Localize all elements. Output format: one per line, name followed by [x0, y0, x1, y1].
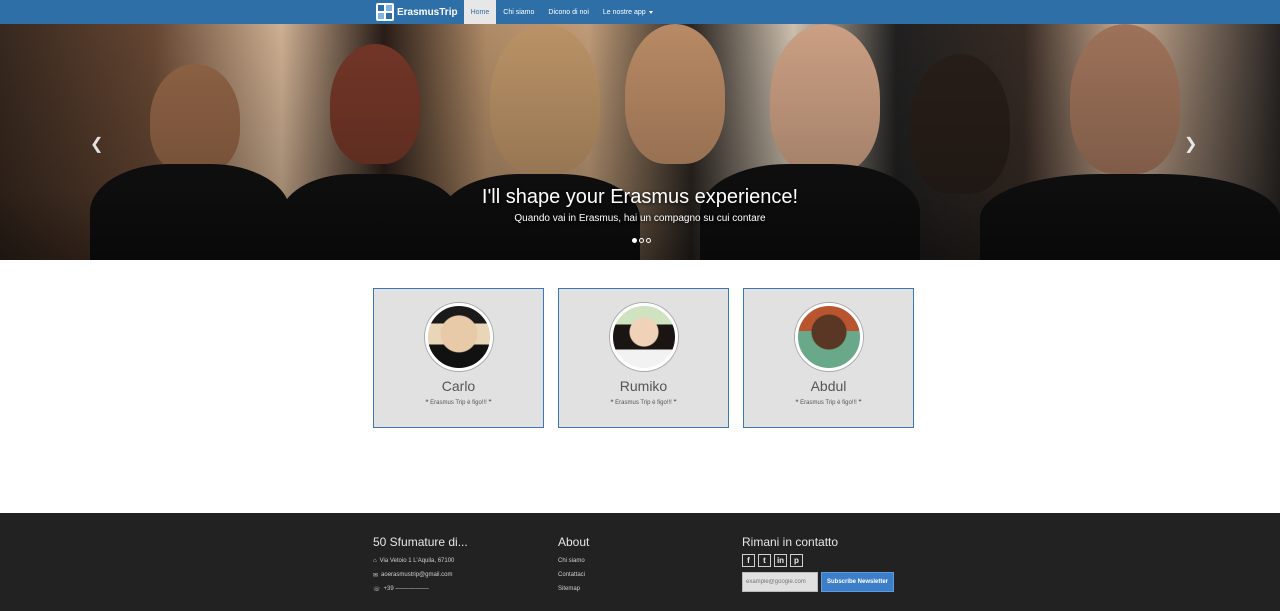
- testimonial-card: Carlo ❝ Erasmus Trip è figo!!! ❞: [373, 288, 544, 428]
- quote-left-icon: ❝: [610, 400, 614, 406]
- footer-social-title: Rimani in contatto: [742, 535, 839, 549]
- footer-link-sitemap[interactable]: Sitemap: [558, 582, 589, 596]
- carousel-prev-button[interactable]: ❮: [90, 134, 103, 154]
- carousel-dot-2[interactable]: [639, 238, 644, 243]
- social-links: f t in p: [742, 554, 894, 567]
- brand-name: ErasmusTrip: [397, 6, 458, 18]
- footer-about-title: About: [558, 535, 590, 549]
- phone-icon: ☏: [373, 586, 381, 593]
- newsletter-form: Subscribe Newsletter: [742, 572, 894, 592]
- footer-contacts-title: 50 Sfumature di...: [373, 535, 468, 549]
- home-icon: ⌂: [373, 558, 377, 564]
- footer: 50 Sfumature di... ⌂ Via Vetoio 1 L'Aqui…: [0, 513, 1280, 611]
- nav-chi-siamo[interactable]: Chi siamo: [496, 0, 541, 24]
- avatar: [424, 303, 493, 371]
- testimonial-quote: ❝ Erasmus Trip è figo!!! ❞: [425, 400, 492, 406]
- carousel-indicators: [632, 238, 651, 243]
- newsletter-email-input[interactable]: [742, 572, 818, 592]
- footer-email[interactable]: ✉ aoerasmustrip@gmail.com: [373, 568, 468, 582]
- chevron-right-icon: ❯: [1184, 136, 1198, 153]
- nav-inner: ErasmusTrip Home Chi siamo Dicono di noi…: [376, 0, 660, 24]
- hero-overlay: [0, 24, 1280, 260]
- testimonials: Carlo ❝ Erasmus Trip è figo!!! ❞ Rumiko …: [373, 288, 914, 428]
- linkedin-icon[interactable]: in: [774, 554, 787, 567]
- top-navbar: ErasmusTrip Home Chi siamo Dicono di noi…: [0, 0, 1280, 24]
- hero-title: I'll shape your Erasmus experience!: [481, 186, 799, 208]
- pinterest-icon[interactable]: p: [790, 554, 803, 567]
- nav-home[interactable]: Home: [463, 0, 497, 24]
- testimonial-name: Abdul: [810, 378, 847, 394]
- carousel-dot-1[interactable]: [632, 238, 637, 243]
- quote-left-icon: ❝: [795, 400, 799, 406]
- nav-le-nostre-app-label: Le nostre app: [602, 8, 646, 16]
- nav-dicono-di-noi[interactable]: Dicono di noi: [541, 0, 595, 24]
- quote-left-icon: ❝: [425, 400, 429, 406]
- envelope-icon: ✉: [373, 572, 379, 579]
- carousel-dot-3[interactable]: [646, 238, 651, 243]
- testimonial-quote: ❝ Erasmus Trip è figo!!! ❞: [610, 400, 677, 406]
- footer-link-contattaci[interactable]: Contattaci: [558, 568, 589, 582]
- facebook-icon[interactable]: f: [742, 554, 755, 567]
- footer-contacts: 50 Sfumature di... ⌂ Via Vetoio 1 L'Aqui…: [373, 535, 468, 596]
- nav-le-nostre-app[interactable]: Le nostre app: [596, 0, 660, 24]
- quote-right-icon: ❞: [858, 400, 862, 406]
- chevron-left-icon: ❮: [90, 136, 104, 153]
- testimonial-card: Abdul ❝ Erasmus Trip è figo!!! ❞: [743, 288, 914, 428]
- carousel-next-button[interactable]: ❯: [1184, 134, 1197, 154]
- footer-address: ⌂ Via Vetoio 1 L'Aquila, 67100: [373, 558, 455, 564]
- quote-right-icon: ❞: [673, 400, 677, 406]
- testimonial-card: Rumiko ❝ Erasmus Trip è figo!!! ❞: [558, 288, 729, 428]
- footer-link-chi-siamo[interactable]: Chi siamo: [558, 554, 589, 568]
- brand-logo-icon: [376, 3, 394, 21]
- brand[interactable]: ErasmusTrip: [376, 0, 464, 24]
- twitter-icon[interactable]: t: [758, 554, 771, 567]
- hero-carousel: ❮ ❯ I'll shape your Erasmus experience! …: [0, 24, 1280, 260]
- avatar: [794, 303, 863, 371]
- testimonial-name: Rumiko: [619, 378, 668, 394]
- quote-right-icon: ❞: [488, 400, 492, 406]
- hero-subtitle: Quando vai in Erasmus, hai un compagno s…: [514, 213, 766, 224]
- footer-phone: ☏ +39 ––––––––––: [373, 586, 429, 593]
- caret-down-icon: [648, 10, 653, 14]
- testimonial-name: Carlo: [441, 378, 476, 394]
- avatar: [609, 303, 678, 371]
- footer-about: About Chi siamo Contattaci Sitemap: [558, 535, 589, 596]
- testimonial-quote: ❝ Erasmus Trip è figo!!! ❞: [795, 400, 862, 406]
- subscribe-newsletter-button[interactable]: Subscribe Newsletter: [821, 572, 894, 592]
- footer-social: Rimani in contatto f t in p Subscribe Ne…: [742, 535, 894, 592]
